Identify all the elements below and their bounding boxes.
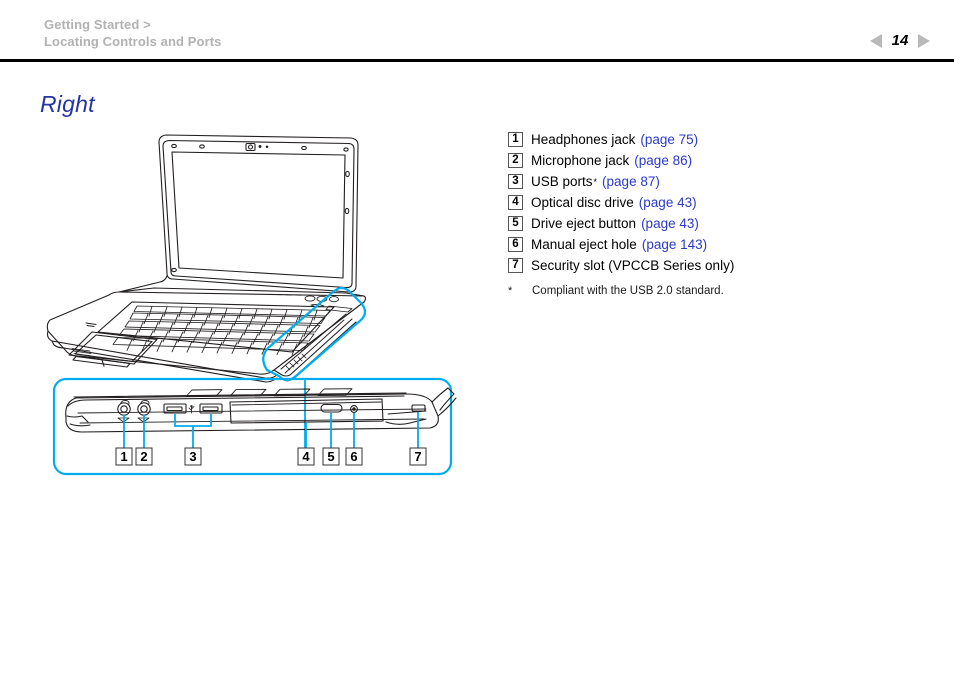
footnote: * Compliant with the USB 2.0 standard. <box>508 285 928 297</box>
footnote-text: Compliant with the USB 2.0 standard. <box>532 285 724 297</box>
page-number: 14 <box>891 32 909 49</box>
manual-eject-hole <box>350 405 358 413</box>
callout-label: Security slot (VPCCB Series only) <box>531 258 735 273</box>
callout-page-link[interactable]: (page 87) <box>602 174 660 189</box>
callout-page-link[interactable]: (page 43) <box>641 216 699 231</box>
detail-callout-4: 4 <box>297 447 315 466</box>
detail-callout-2: 2 <box>135 447 153 466</box>
triangle-left-icon[interactable] <box>870 33 882 48</box>
svg-text:5: 5 <box>327 449 334 464</box>
breadcrumb-current: Locating Controls and Ports <box>44 34 222 49</box>
callout-label: Drive eject button <box>531 216 637 231</box>
svg-text:3: 3 <box>189 449 196 464</box>
laptop-right-side-detail <box>52 377 457 476</box>
callout-number: 1 <box>508 132 523 147</box>
laptop-open-perspective <box>46 134 367 383</box>
list-item: 2 Microphone jack (page 86) <box>508 150 928 171</box>
header-divider <box>0 59 954 62</box>
detail-callout-6: 6 <box>345 447 363 466</box>
callout-number: 3 <box>508 174 523 189</box>
list-item: 3 USB ports * (page 87) <box>508 171 928 192</box>
list-item: 4 Optical disc drive (page 43) <box>508 192 928 213</box>
callout-label: Manual eject hole <box>531 237 637 252</box>
laptop-illustration: 1 2 3 4 5 6 7 <box>34 126 474 486</box>
list-item: 6 Manual eject hole (page 143) <box>508 234 928 255</box>
list-item: 7 Security slot (VPCCB Series only) <box>508 255 928 276</box>
callout-label: Microphone jack <box>531 153 630 168</box>
callout-number: 5 <box>508 216 523 231</box>
callout-number: 7 <box>508 258 523 273</box>
drive-eject-button <box>320 403 343 413</box>
svg-text:7: 7 <box>414 449 421 464</box>
callout-list: 1 Headphones jack (page 75) 2 Microphone… <box>508 129 928 297</box>
callout-page-link[interactable]: (page 86) <box>634 153 692 168</box>
detail-callout-numbers: 1 2 3 4 5 6 7 <box>115 447 427 466</box>
callout-number: 2 <box>508 153 523 168</box>
page-navigation: 14 <box>870 32 930 49</box>
callout-page-link[interactable]: (page 75) <box>640 132 698 147</box>
callout-label: USB ports <box>531 174 593 189</box>
svg-text:2: 2 <box>140 449 147 464</box>
callout-page-link[interactable]: (page 43) <box>639 195 697 210</box>
detail-callout-1: 1 <box>115 447 133 466</box>
microphone-jack <box>137 399 151 416</box>
callout-number: 6 <box>508 237 523 252</box>
callout-label: Optical disc drive <box>531 195 634 210</box>
triangle-right-icon[interactable] <box>918 33 930 48</box>
svg-text:4: 4 <box>302 449 310 464</box>
detail-callout-5: 5 <box>322 447 340 466</box>
svg-text:1: 1 <box>120 449 127 464</box>
detail-callout-7: 7 <box>409 447 427 466</box>
list-item: 5 Drive eject button (page 43) <box>508 213 928 234</box>
security-slot <box>411 404 426 412</box>
svg-text:6: 6 <box>350 449 357 464</box>
callout-page-link[interactable]: (page 143) <box>642 237 707 252</box>
page-header: Getting Started > Locating Controls and … <box>0 0 954 62</box>
laptop-illustration-svg: 1 2 3 4 5 6 7 <box>46 134 457 476</box>
callout-number: 4 <box>508 195 523 210</box>
breadcrumb-parent: Getting Started > <box>44 17 151 32</box>
breadcrumb: Getting Started > Locating Controls and … <box>44 16 221 50</box>
headphones-jack <box>117 399 131 416</box>
detail-callout-3: 3 <box>184 447 202 466</box>
page-title: Right <box>40 91 95 117</box>
footnote-marker: * <box>508 285 513 297</box>
callout-label: Headphones jack <box>531 132 636 147</box>
list-item: 1 Headphones jack (page 75) <box>508 129 928 150</box>
